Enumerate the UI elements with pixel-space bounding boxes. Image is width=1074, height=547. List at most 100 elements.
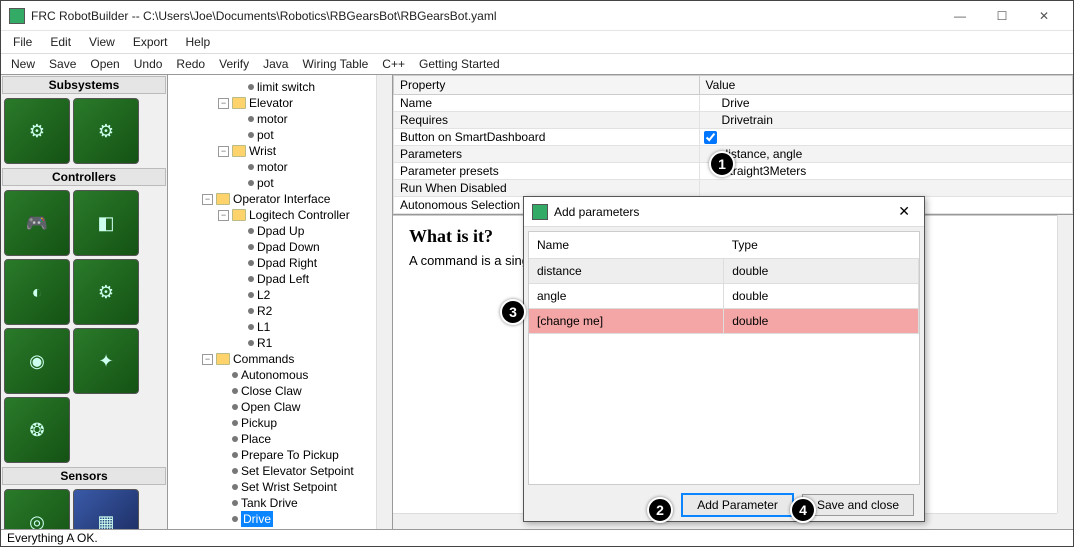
tree-item[interactable]: Pickup [216, 415, 390, 431]
tree-item[interactable]: Dpad Up [232, 223, 390, 239]
palette-item[interactable]: ⚙ [73, 259, 139, 325]
tree-item[interactable]: Drive [216, 511, 390, 527]
tree-item[interactable]: L1 [232, 319, 390, 335]
expand-icon[interactable]: − [218, 210, 229, 221]
palette-item[interactable]: ❂ [4, 397, 70, 463]
expand-icon[interactable]: − [218, 146, 229, 157]
tree-item[interactable]: Tank Drive [216, 495, 390, 511]
menu-view[interactable]: View [81, 33, 123, 51]
palette-item[interactable]: ▦ [73, 489, 139, 529]
property-value[interactable] [699, 180, 1072, 197]
tool-wiring[interactable]: Wiring Table [296, 55, 374, 73]
menu-edit[interactable]: Edit [42, 33, 79, 51]
add-parameter-button[interactable]: Add Parameter [681, 493, 794, 517]
folder-icon [232, 145, 246, 157]
tree-item-label: Wrist [249, 143, 276, 159]
tree-item[interactable]: L2 [232, 287, 390, 303]
palette-item[interactable]: ⚙ [4, 98, 70, 164]
tool-undo[interactable]: Undo [128, 55, 169, 73]
tool-redo[interactable]: Redo [170, 55, 211, 73]
tool-save[interactable]: Save [43, 55, 82, 73]
tree-item-label: motor [257, 111, 288, 127]
tree-item[interactable]: Dpad Right [232, 255, 390, 271]
tree-scrollbar[interactable] [376, 75, 392, 529]
minimize-button[interactable]: — [939, 2, 981, 30]
param-name-cell[interactable]: [change me] [529, 309, 724, 334]
tree-item[interactable]: Dpad Left [232, 271, 390, 287]
palette-item[interactable]: ◎ [4, 489, 70, 529]
property-value[interactable]: Drive [699, 95, 1072, 112]
palette-item[interactable]: ◧ [73, 190, 139, 256]
expand-icon[interactable]: − [202, 194, 213, 205]
property-value[interactable]: Straight3Meters [699, 163, 1072, 180]
tree-item[interactable]: Place [216, 431, 390, 447]
tree-view[interactable]: limit switch−Elevatormotorpot−Wristmotor… [168, 75, 393, 529]
info-scrollbar-v[interactable] [1057, 215, 1073, 513]
dialog-close-button[interactable]: ✕ [892, 203, 916, 220]
tree-item[interactable]: motor [232, 111, 390, 127]
palette-item[interactable]: ✦ [73, 328, 139, 394]
tree-item[interactable]: Open Claw [216, 399, 390, 415]
tree-item[interactable]: R2 [232, 303, 390, 319]
expand-icon[interactable]: − [218, 98, 229, 109]
param-type-cell[interactable]: double [724, 259, 919, 284]
palette-item[interactable]: ⚙ [73, 98, 139, 164]
palette-item[interactable]: 🎮 [4, 190, 70, 256]
tree-item[interactable]: −Operator Interface [200, 191, 390, 207]
leaf-icon [248, 244, 254, 250]
property-value[interactable]: Drivetrain [699, 112, 1072, 129]
tool-cpp[interactable]: C++ [376, 55, 411, 73]
save-and-close-button[interactable]: Save and close [802, 494, 914, 516]
tree-item[interactable]: R1 [232, 335, 390, 351]
dialog-titlebar[interactable]: Add parameters ✕ [524, 197, 924, 227]
param-type-cell[interactable]: double [724, 309, 919, 334]
palette-item[interactable]: ◉ [4, 328, 70, 394]
tree-item[interactable]: Dpad Down [232, 239, 390, 255]
palette-item[interactable]: ◐ [4, 259, 70, 325]
tree-item[interactable]: −Logitech Controller [216, 207, 390, 223]
tree-item[interactable]: −Commands [200, 351, 390, 367]
menu-export[interactable]: Export [125, 33, 176, 51]
property-checkbox[interactable] [704, 131, 717, 144]
callout-3: 3 [500, 299, 526, 325]
param-name-cell[interactable]: distance [529, 259, 724, 284]
menu-help[interactable]: Help [178, 33, 219, 51]
palette-header-sensors[interactable]: Sensors [2, 467, 166, 485]
param-header-name[interactable]: Name [529, 232, 724, 259]
tree-item[interactable]: motor [232, 159, 390, 175]
tool-open[interactable]: Open [84, 55, 125, 73]
tree-item[interactable]: Close Claw [216, 383, 390, 399]
tree-item[interactable]: − Wrist [216, 143, 390, 159]
tool-java[interactable]: Java [257, 55, 294, 73]
tree-item[interactable]: pot [232, 175, 390, 191]
tool-verify[interactable]: Verify [213, 55, 255, 73]
tree-item[interactable]: Set Elevator Setpoint [216, 463, 390, 479]
tree-item-label: limit switch [257, 79, 315, 95]
property-value[interactable] [699, 129, 1072, 146]
leaf-icon [248, 164, 254, 170]
tool-getting-started[interactable]: Getting Started [413, 55, 506, 73]
param-header-type[interactable]: Type [724, 232, 919, 259]
leaf-icon [232, 500, 238, 506]
prop-header-property[interactable]: Property [394, 76, 700, 95]
leaf-icon [248, 292, 254, 298]
tree-item[interactable]: limit switch [232, 79, 390, 95]
tree-item[interactable]: pot [232, 127, 390, 143]
param-type-cell[interactable]: double [724, 284, 919, 309]
tool-new[interactable]: New [5, 55, 41, 73]
expand-icon[interactable]: − [202, 354, 213, 365]
palette: Subsystems ⚙ ⚙ Controllers 🎮 ◧ ◐ ⚙ ◉ ✦ ❂… [1, 75, 168, 529]
palette-header-controllers[interactable]: Controllers [2, 168, 166, 186]
maximize-button[interactable]: ☐ [981, 2, 1023, 30]
close-button[interactable]: ✕ [1023, 2, 1065, 30]
tree-item-label: Close Claw [241, 383, 302, 399]
property-value[interactable]: distance, angle [699, 146, 1072, 163]
tree-item[interactable]: Prepare To Pickup [216, 447, 390, 463]
palette-header-subsystems[interactable]: Subsystems [2, 76, 166, 94]
tree-item[interactable]: −Elevator [216, 95, 390, 111]
tree-item[interactable]: Autonomous [216, 367, 390, 383]
tree-item[interactable]: Set Wrist Setpoint [216, 479, 390, 495]
param-name-cell[interactable]: angle [529, 284, 724, 309]
prop-header-value[interactable]: Value [699, 76, 1072, 95]
menu-file[interactable]: File [5, 33, 40, 51]
